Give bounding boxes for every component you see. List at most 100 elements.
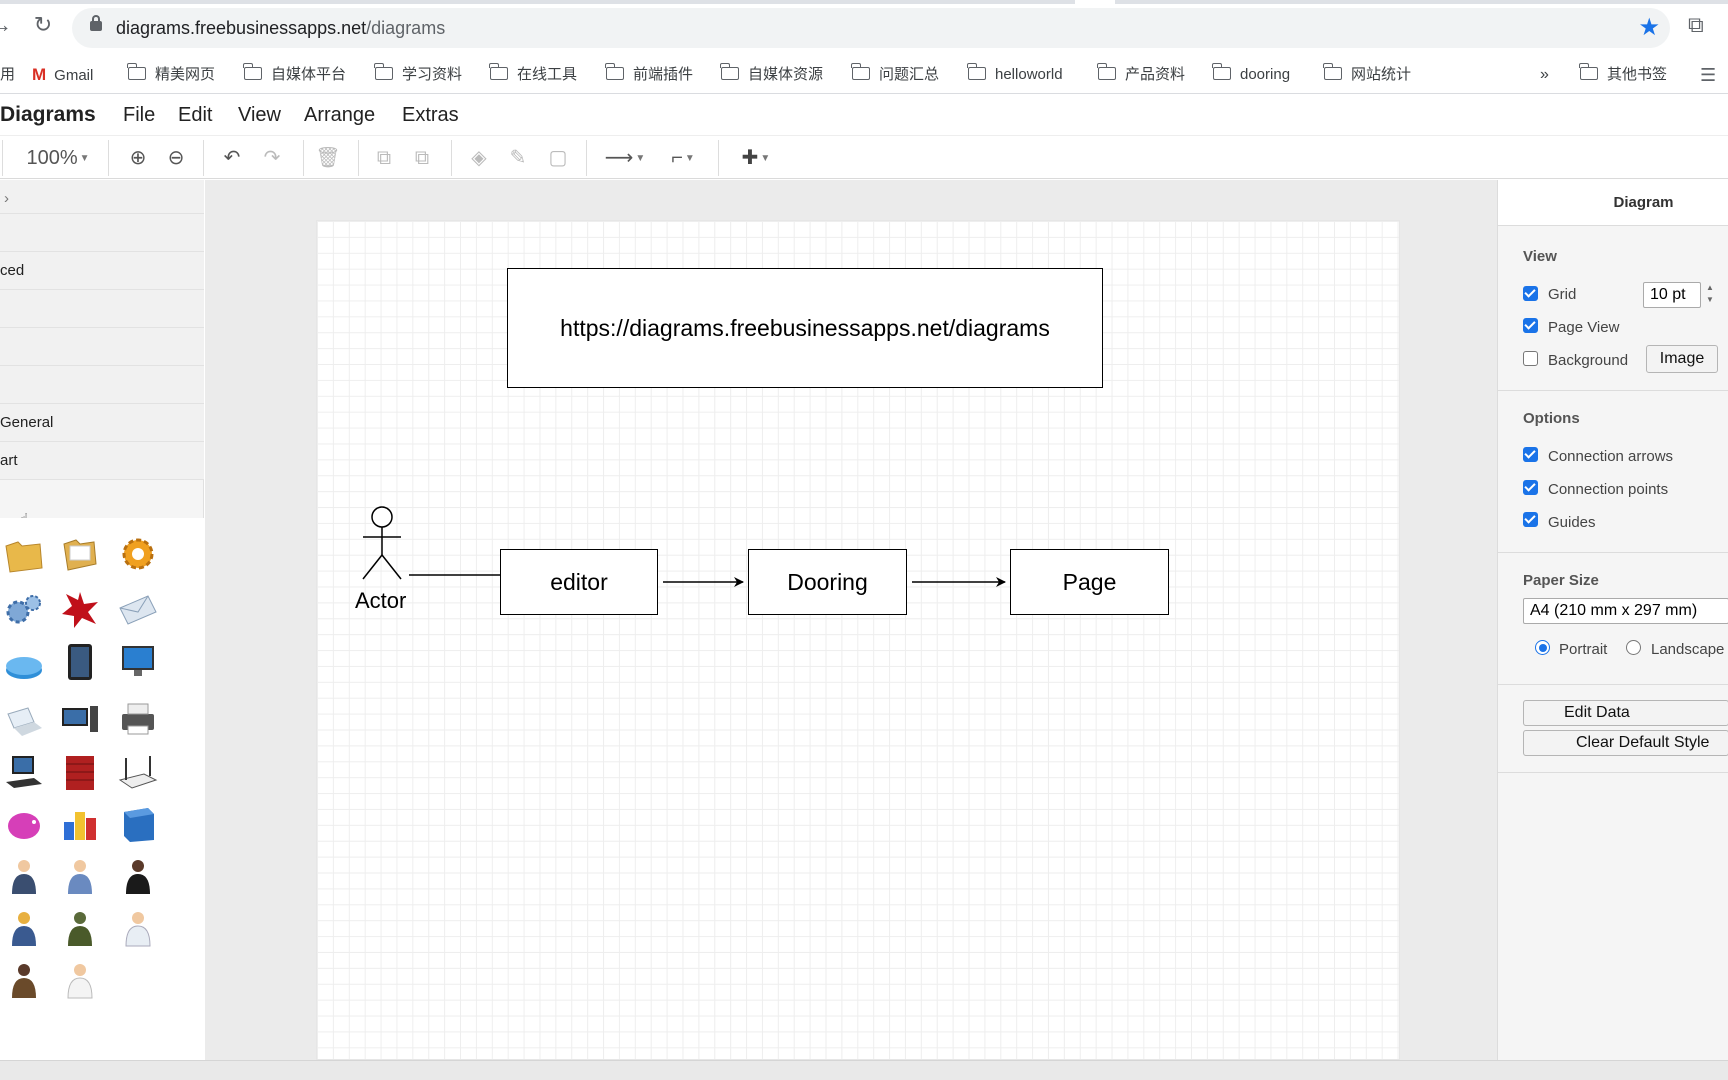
grid-size-input[interactable]: 10 pt <box>1643 282 1701 308</box>
zoom-out-icon[interactable]: ⊖ <box>162 144 190 172</box>
bookmark-star-icon[interactable]: ★ <box>1638 13 1660 42</box>
virus-icon[interactable] <box>60 590 100 630</box>
redo-icon[interactable]: ↷ <box>258 144 286 172</box>
connection-arrows-checkbox[interactable] <box>1523 447 1538 462</box>
bookmark-folder[interactable]: 自媒体资源 <box>720 63 823 86</box>
zoom-select[interactable]: 100% ▼ <box>20 144 96 172</box>
bookmark-folder[interactable]: 产品资料 <box>1097 63 1185 86</box>
landscape-radio[interactable] <box>1626 640 1641 655</box>
bookmark-folder[interactable]: 精美网页 <box>127 63 215 86</box>
bookmark-folder[interactable]: 前端插件 <box>605 63 693 86</box>
envelope-icon[interactable] <box>118 590 158 630</box>
firewall-icon[interactable] <box>60 752 100 792</box>
node-page[interactable]: Page <box>1010 549 1169 615</box>
library-row[interactable] <box>0 328 204 366</box>
connection-style-icon[interactable]: ⟶ ▼ <box>600 144 650 172</box>
bookmarks-overflow[interactable]: » <box>1540 64 1549 86</box>
library-row[interactable] <box>0 290 204 328</box>
bar-blocks-icon[interactable] <box>60 804 100 844</box>
address-bar[interactable]: diagrams.freebusinessapps.net/diagrams ★ <box>72 8 1670 48</box>
folder-icon[interactable] <box>4 534 44 574</box>
paper-size-select[interactable]: A4 (210 mm x 297 mm) <box>1523 598 1728 624</box>
open-folder-icon[interactable] <box>60 534 100 574</box>
landscape-label: Landscape <box>1651 641 1725 658</box>
library-row[interactable] <box>0 214 204 252</box>
worker-icon[interactable] <box>4 908 44 948</box>
zoom-in-icon[interactable]: ⊕ <box>124 144 152 172</box>
bookmark-folder[interactable]: dooring <box>1212 63 1290 86</box>
view-heading: View <box>1523 248 1557 265</box>
waypoints-icon[interactable]: ⌐ ▼ <box>658 144 708 172</box>
library-row[interactable]: ced <box>0 252 204 290</box>
folder-icon <box>1097 63 1116 80</box>
businessman-icon[interactable] <box>4 856 44 896</box>
bookmark-folder[interactable]: 问题汇总 <box>851 63 939 86</box>
nurse-icon[interactable] <box>60 960 100 1000</box>
menu-view[interactable]: View <box>238 104 281 127</box>
woman-icon[interactable] <box>60 856 100 896</box>
tablet-icon[interactable] <box>60 642 100 682</box>
edit-data-button[interactable]: Edit Data <box>1523 700 1728 726</box>
desktop-icon[interactable] <box>60 700 100 740</box>
bookmark-folder[interactable]: 在线工具 <box>489 63 577 86</box>
page-view-checkbox[interactable] <box>1523 318 1538 333</box>
to-front-icon[interactable]: ⧉ <box>370 144 398 172</box>
portrait-radio[interactable] <box>1535 640 1550 655</box>
clear-default-style-button[interactable]: Clear Default Style <box>1523 730 1728 756</box>
doctor-icon[interactable] <box>118 908 158 948</box>
delete-icon[interactable]: 🗑 <box>314 144 342 172</box>
background-checkbox[interactable] <box>1523 351 1538 366</box>
library-row[interactable]: art <box>0 442 204 480</box>
options-heading: Options <box>1523 410 1580 427</box>
other-bookmarks[interactable]: 其他书签 <box>1579 63 1667 86</box>
extensions-icon[interactable]: ⧉ <box>1688 12 1704 38</box>
reading-list-icon[interactable]: ☰ <box>1700 64 1716 86</box>
bookmark-folder[interactable]: helloworld <box>967 63 1063 86</box>
router-icon[interactable] <box>4 648 44 688</box>
server-cube-icon[interactable] <box>118 804 158 844</box>
printer-icon[interactable] <box>118 700 158 740</box>
undo-icon[interactable]: ↶ <box>218 144 246 172</box>
menu-arrange[interactable]: Arrange <box>304 104 375 127</box>
gear-icon[interactable] <box>118 534 158 574</box>
menu-edit[interactable]: Edit <box>178 104 212 127</box>
bookmark-folder[interactable]: 学习资料 <box>374 63 462 86</box>
bookmark-partial[interactable]: 用 <box>0 64 15 86</box>
library-row[interactable]: General <box>0 404 204 442</box>
guides-checkbox[interactable] <box>1523 512 1538 527</box>
lock-icon <box>90 15 102 31</box>
fill-color-icon[interactable]: ◈ <box>465 144 493 172</box>
bottom-scroll-bar[interactable] <box>0 1060 1728 1080</box>
man-dark-icon[interactable] <box>118 856 158 896</box>
bookmark-folder[interactable]: 自媒体平台 <box>243 63 346 86</box>
monitor-icon[interactable] <box>118 642 158 682</box>
line-color-icon[interactable]: ✎ <box>504 144 532 172</box>
soldier-icon[interactable] <box>60 908 100 948</box>
node-editor[interactable]: editor <box>500 549 658 615</box>
bookmark-folder[interactable]: 网站统计 <box>1323 63 1411 86</box>
reload-icon[interactable]: ↻ <box>28 10 58 40</box>
laptop-icon[interactable] <box>4 700 44 740</box>
forward-icon[interactable]: → <box>0 10 16 40</box>
wireless-router-icon[interactable] <box>118 752 158 792</box>
to-back-icon[interactable]: ⧉ <box>408 144 436 172</box>
library-row[interactable] <box>0 366 204 404</box>
grid-size-stepper[interactable]: ▲ ▼ <box>1703 282 1717 308</box>
node-dooring[interactable]: Dooring <box>748 549 907 615</box>
connection-points-checkbox[interactable] <box>1523 480 1538 495</box>
police-icon[interactable] <box>4 960 44 1000</box>
bookmark-gmail[interactable]: M Gmail <box>32 64 93 86</box>
diagram-page[interactable]: https://diagrams.freebusinessapps.net/di… <box>316 220 1400 1060</box>
piggy-bank-icon[interactable] <box>4 804 44 844</box>
menu-extras[interactable]: Extras <box>402 104 459 127</box>
menu-file[interactable]: File <box>123 104 155 127</box>
library-row[interactable]: › <box>0 180 204 214</box>
gears-icon[interactable] <box>4 590 44 630</box>
insert-icon[interactable]: ✚ ▼ <box>732 144 780 172</box>
tab-strip <box>0 0 1728 4</box>
workstation-icon[interactable] <box>4 752 44 792</box>
grid-checkbox[interactable] <box>1523 286 1538 301</box>
canvas-area[interactable]: https://diagrams.freebusinessapps.net/di… <box>205 180 1497 1060</box>
shadow-icon[interactable]: ▢ <box>544 144 572 172</box>
background-image-button[interactable]: Image <box>1646 345 1718 373</box>
